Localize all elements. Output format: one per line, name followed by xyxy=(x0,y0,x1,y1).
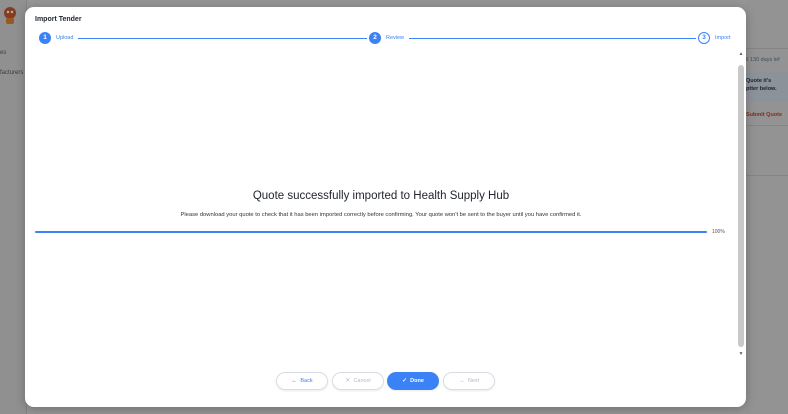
scrollbar-thumb[interactable] xyxy=(738,65,744,347)
import-progress-fill xyxy=(35,231,707,233)
modal-scrollbar[interactable]: ▲ ▼ xyxy=(737,51,745,357)
step-2-label: Review xyxy=(386,35,405,41)
modal-footer: ← Back ✕ Cancel ✓ Done → Next xyxy=(25,372,746,391)
step-connector xyxy=(409,37,696,39)
import-progress-percent: 100% xyxy=(712,229,725,235)
step-3-label: Import xyxy=(715,35,731,41)
scroll-down-icon[interactable]: ▼ xyxy=(738,351,744,357)
step-3-indicator: 3 xyxy=(698,32,710,44)
cancel-button[interactable]: ✕ Cancel xyxy=(332,372,384,390)
close-icon: ✕ xyxy=(345,378,351,384)
check-icon: ✓ xyxy=(402,378,408,384)
import-stepper: 1 Upload 2 Review 3 Import xyxy=(25,32,746,46)
cancel-button-label: Cancel xyxy=(353,378,371,384)
modal-title: Import Tender xyxy=(35,16,82,23)
step-1-indicator: 1 xyxy=(39,32,51,44)
done-button-label: Done xyxy=(410,378,424,384)
success-headline: Quote successfully imported to Health Su… xyxy=(252,190,510,202)
arrow-left-icon: ← xyxy=(291,378,298,384)
back-button[interactable]: ← Back xyxy=(276,372,328,390)
scroll-up-icon[interactable]: ▲ xyxy=(738,51,744,57)
step-2-indicator: 2 xyxy=(369,32,381,44)
next-button-label: Next xyxy=(467,378,480,384)
import-tender-modal: Import Tender 1 Upload 2 Review 3 Import… xyxy=(25,7,746,407)
step-connector xyxy=(78,37,367,39)
import-progress-bar xyxy=(35,231,707,233)
step-1-label: Upload xyxy=(56,35,74,41)
arrow-right-icon: → xyxy=(458,378,465,384)
next-button[interactable]: → Next xyxy=(443,372,495,390)
success-instructions: Please download your quote to check that… xyxy=(180,212,582,218)
back-button-label: Back xyxy=(300,378,313,384)
done-button[interactable]: ✓ Done xyxy=(387,372,439,390)
